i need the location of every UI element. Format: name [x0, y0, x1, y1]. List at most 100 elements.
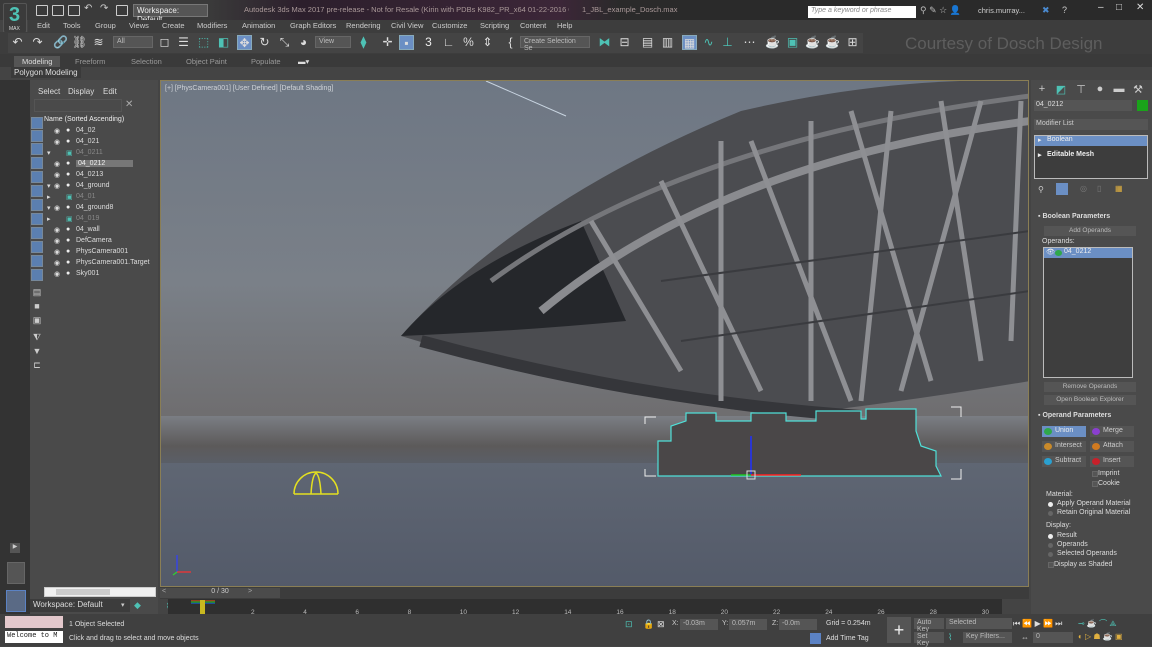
align-icon[interactable]: ⊟	[617, 35, 632, 50]
add-operands-button[interactable]: Add Operands	[1044, 226, 1136, 236]
select-object-icon[interactable]: ◻	[157, 35, 172, 50]
scene-tab-edit[interactable]: Edit	[103, 87, 117, 96]
ribbon-tab-selection[interactable]: Selection	[131, 57, 162, 66]
scene-row[interactable]: ◉ ● DefCamera	[45, 237, 155, 247]
select-scale-icon[interactable]: ⤡	[277, 35, 292, 50]
scene-row[interactable]: ▾ ◉ ● 04_ground8	[45, 204, 155, 214]
object-name-field[interactable]: 04_0212	[1034, 100, 1132, 111]
set-key-button[interactable]: Set Key	[914, 632, 944, 647]
expand-dock-button[interactable]: ▶	[10, 543, 20, 553]
render-setup-icon[interactable]: ☕	[765, 35, 780, 50]
op-attach-button[interactable]: Attach	[1090, 441, 1134, 452]
playback-controls[interactable]: ⏮ ⏪ ▶ ⏩ ⏭	[1013, 619, 1062, 629]
schematic-view-icon[interactable]: ⊥	[720, 35, 735, 50]
link-icon[interactable]: 🔗	[53, 35, 68, 50]
key-mode-dropdown[interactable]: Selected	[946, 618, 1012, 629]
maximize-button[interactable]: □	[1116, 2, 1122, 13]
open-file-icon[interactable]	[52, 5, 64, 16]
visibility-icon[interactable]: ◉	[54, 248, 60, 256]
redo-quick-icon[interactable]: ↷	[100, 3, 108, 14]
select-manipulate-icon[interactable]: ✛	[380, 35, 395, 50]
display-hidden-icon[interactable]	[31, 269, 43, 281]
menu-scripting[interactable]: Scripting	[480, 21, 509, 30]
menu-views[interactable]: Views	[129, 21, 149, 30]
op-insert-button[interactable]: Insert	[1090, 456, 1134, 467]
edit-named-selection-icon[interactable]: {	[503, 35, 518, 50]
x-coordinate-field[interactable]: -0.03m	[680, 619, 718, 630]
polygon-modeling-panel[interactable]: Polygon Modeling	[11, 67, 81, 78]
scene-row[interactable]: ◉ ● 04_02	[45, 127, 155, 137]
remove-operands-button[interactable]: Remove Operands	[1044, 382, 1136, 392]
scene-workspace-dropdown[interactable]: Workspace: Default	[30, 599, 130, 612]
container-icon[interactable]: ⊏	[31, 360, 43, 372]
scene-tab-display[interactable]: Display	[68, 87, 94, 96]
operand-item[interactable]: 👁 04_0212	[1044, 248, 1132, 258]
op-intersect-button[interactable]: Intersect	[1042, 441, 1086, 452]
open-boolean-explorer-button[interactable]: Open Boolean Explorer	[1044, 395, 1136, 405]
display-spacewarps-icon[interactable]	[31, 185, 43, 197]
selection-filter-dropdown[interactable]: All	[113, 36, 153, 48]
mirror-icon[interactable]: ⧓	[597, 35, 612, 50]
modifier-list-dropdown[interactable]: Modifier List	[1034, 119, 1148, 130]
scene-row[interactable]: ◉ ● 04_021	[45, 138, 155, 148]
display-geometry-icon[interactable]	[31, 130, 43, 142]
stack-item-editable-mesh[interactable]: ▸ Editable Mesh	[1035, 151, 1147, 161]
filter-icon[interactable]: ▼	[31, 346, 43, 358]
add-time-tag[interactable]: Add Time Tag	[826, 635, 869, 642]
remove-modifier-icon[interactable]: ▯	[1097, 184, 1101, 193]
select-all-icon[interactable]: ▤	[31, 287, 43, 299]
project-folder-icon[interactable]	[116, 5, 128, 16]
render-production-icon[interactable]: ☕	[805, 35, 820, 50]
z-coordinate-field[interactable]: -0.0m	[779, 619, 817, 630]
menu-help[interactable]: Help	[557, 21, 572, 30]
scene-row[interactable]: ◉ ● PhysCamera001.Target	[45, 259, 155, 269]
set-keys-button[interactable]: +	[887, 617, 911, 643]
minimize-button[interactable]: –	[1098, 2, 1104, 13]
visibility-icon[interactable]: ◉	[54, 182, 60, 190]
curve-editor-icon[interactable]: ∿	[701, 35, 716, 50]
current-frame-field[interactable]: 0	[1033, 632, 1073, 643]
menu-create[interactable]: Create	[162, 21, 185, 30]
scene-row[interactable]: ▸ ▣ 04_01	[45, 193, 155, 203]
menu-customize[interactable]: Customize	[432, 21, 467, 30]
exchange-icon[interactable]: ✖	[1042, 5, 1050, 16]
rectangle-selection-icon[interactable]: ⬚	[196, 35, 211, 50]
clear-search-icon[interactable]: ✕	[125, 99, 133, 110]
visibility-icon[interactable]: 👁	[1046, 248, 1055, 256]
scene-row[interactable]: ◉ ● Sky001	[45, 270, 155, 280]
ribbon-toggle-icon[interactable]: ▦	[682, 35, 697, 50]
scene-explorer-toggle-icon[interactable]: ▤	[640, 35, 655, 50]
visibility-icon[interactable]: ◉	[54, 160, 60, 168]
app-menu-button[interactable]: 3 MAX	[3, 3, 27, 33]
modify-tab-icon[interactable]: ◩	[1053, 83, 1069, 96]
visibility-icon[interactable]: ◉	[54, 138, 60, 146]
layer-explorer-icon[interactable]: ▥	[660, 35, 675, 50]
scene-row[interactable]: ▾ ▣ 04_0211	[45, 149, 155, 159]
filter-toggle-icon[interactable]: ⧨	[31, 332, 43, 344]
search-input[interactable]: Type a keyword or phrase	[808, 6, 916, 18]
keyboard-shortcut-override-icon[interactable]: ▪	[399, 35, 414, 50]
scene-search-input[interactable]	[34, 99, 122, 112]
navigation-controls-top[interactable]: ⊸ ☕ ⌒ ⟁	[1078, 618, 1116, 629]
ribbon-tab-modeling[interactable]: Modeling	[14, 56, 61, 67]
stack-item-boolean[interactable]: ▸ Boolean	[1035, 136, 1147, 146]
hierarchy-tab-icon[interactable]: ⊤	[1073, 83, 1089, 96]
key-filters-button[interactable]: Key Filters...	[963, 632, 1012, 643]
viewport-label[interactable]: [+] [PhysCamera001] [User Defined] [Defa…	[165, 85, 333, 92]
reference-coordinate-dropdown[interactable]: View	[315, 36, 351, 48]
ribbon-tab-populate[interactable]: Populate	[251, 57, 281, 66]
maxscript-listener-output[interactable]: Welcome to M	[5, 631, 63, 643]
isolate-selection-icon[interactable]: ⊡	[625, 619, 633, 630]
menu-civil-view[interactable]: Civil View	[391, 21, 423, 30]
scene-row[interactable]: ◉ ● 04_0212	[45, 160, 155, 170]
select-invert-icon[interactable]: ▣	[31, 315, 43, 327]
render-in-cloud-icon[interactable]: ⊞	[845, 35, 860, 50]
menu-edit[interactable]: Edit	[37, 21, 50, 30]
select-move-icon[interactable]: ✥	[237, 35, 252, 50]
menu-group[interactable]: Group	[95, 21, 116, 30]
display-tab-icon[interactable]: ▬	[1111, 83, 1127, 95]
viewport-layout-active[interactable]	[6, 590, 26, 612]
visibility-icon[interactable]: ◉	[54, 226, 60, 234]
menu-rendering[interactable]: Rendering	[346, 21, 381, 30]
display-helpers-icon[interactable]	[31, 171, 43, 183]
